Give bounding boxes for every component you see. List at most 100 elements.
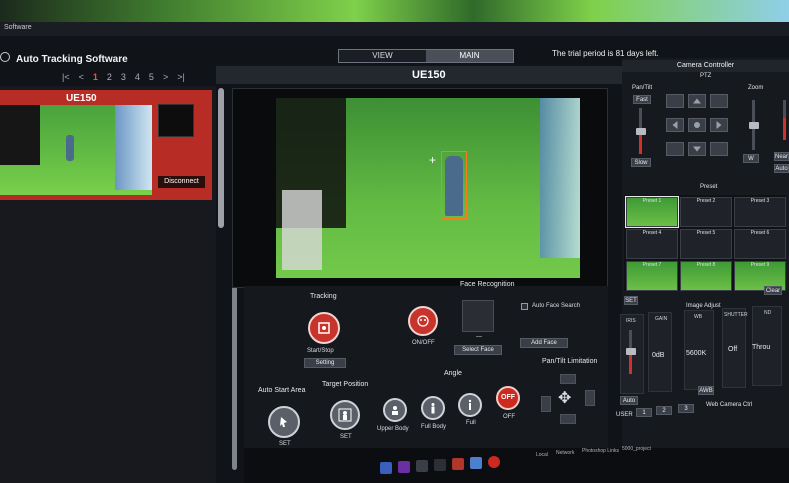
taskbar-label-photoshop[interactable]: Photoshop Links [582, 448, 619, 454]
pager-prev[interactable]: < [79, 72, 84, 82]
person-target-icon [338, 408, 352, 422]
auto-face-search-checkbox[interactable] [521, 303, 528, 310]
angle-upper-body-button[interactable] [383, 398, 407, 422]
taskbar-label-network[interactable]: Network [556, 450, 574, 456]
iris-auto-button[interactable]: Auto [620, 396, 638, 405]
awb-button[interactable]: AWB [698, 386, 714, 395]
ptz-up-button[interactable] [688, 94, 706, 108]
ptz-left-button[interactable] [666, 118, 684, 132]
face-onoff-label: ON/OFF [412, 340, 435, 346]
taskbar-label-project[interactable]: 5000_project [622, 446, 651, 452]
ptz-home-button[interactable] [688, 118, 706, 132]
focus-auto-button[interactable]: Auto [774, 164, 789, 173]
pager-page-4[interactable]: 4 [135, 72, 140, 82]
angle-upper-body-label: Upper Body [377, 426, 409, 432]
taskbar-label-local[interactable]: Local [536, 452, 548, 458]
iris-slider-fill [629, 352, 632, 374]
ptz-right-button[interactable] [710, 118, 728, 132]
center-camera-title: UE150 [412, 69, 446, 81]
pager-page-2[interactable]: 2 [107, 72, 112, 82]
disconnect-button[interactable]: Disconnect [158, 176, 205, 188]
ptz-down-button[interactable] [688, 142, 706, 156]
ptz-down-right-button[interactable] [710, 142, 728, 156]
preset-4-label: Preset 4 [642, 230, 662, 236]
app-icon-taskbar-6[interactable] [470, 457, 482, 469]
tab-main[interactable]: MAIN [426, 50, 513, 62]
trial-notice: The trial period is 81 days left. [552, 49, 659, 58]
pager-next[interactable]: > [163, 72, 168, 82]
select-face-button[interactable]: Select Face [454, 345, 502, 355]
app-icon-taskbar-1[interactable] [380, 462, 392, 474]
face-recognition-toggle[interactable] [408, 306, 438, 336]
angle-off-label: OFF [503, 414, 515, 420]
zoom-wide-button[interactable]: W [743, 154, 759, 163]
pager-page-3[interactable]: 3 [121, 72, 126, 82]
limit-down-button[interactable] [560, 414, 576, 424]
preset-5[interactable]: Preset 5 [680, 229, 732, 259]
preset-2[interactable]: Preset 2 [680, 197, 732, 227]
user-3-button[interactable]: 3 [678, 404, 694, 413]
tracking-app-taskbar-icon[interactable] [488, 456, 500, 468]
tracking-setting-button[interactable]: Setting [304, 358, 346, 368]
app-icon-taskbar-2[interactable] [398, 461, 410, 473]
registered-face-slot[interactable] [462, 300, 494, 332]
fast-button[interactable]: Fast [633, 95, 651, 104]
iris-slider-knob[interactable] [626, 348, 636, 355]
app-icon-taskbar-3[interactable] [416, 460, 428, 472]
pan-tilt-speed-knob[interactable] [636, 128, 646, 135]
preset-6-label: Preset 6 [750, 230, 770, 236]
app-icon-taskbar-5[interactable] [452, 458, 464, 470]
limit-up-button[interactable] [560, 374, 576, 384]
auto-start-area-set-button[interactable] [268, 406, 300, 438]
tracking-start-stop-button[interactable] [308, 312, 340, 344]
angle-full-body-label: Full Body [421, 424, 447, 430]
camera-card-name: UE150 [66, 93, 97, 104]
area-icon [280, 417, 287, 427]
web-camera-ctrl-link[interactable]: Web Camera Ctrl [706, 402, 752, 408]
ptz-up-right-button[interactable] [710, 94, 728, 108]
preset-4[interactable]: Preset 4 [626, 229, 678, 259]
limit-right-button[interactable] [585, 390, 595, 406]
pager-page-1[interactable]: 1 [93, 72, 98, 82]
zoom-slider-knob[interactable] [749, 122, 759, 129]
preset-3[interactable]: Preset 3 [734, 197, 786, 227]
angle-section-label: Angle [444, 370, 462, 377]
face-placeholder: — [476, 334, 482, 340]
add-face-button[interactable]: Add Face [520, 338, 568, 348]
pager-first[interactable]: |< [62, 72, 70, 82]
angle-off-button[interactable]: OFF [496, 386, 520, 410]
camera-card-thumbnail[interactable] [0, 105, 152, 195]
angle-full-button[interactable] [458, 393, 482, 417]
shutter-label: SHUTTER [724, 312, 748, 318]
wb-value: 5600K [686, 350, 707, 357]
tab-view[interactable]: VIEW [339, 50, 426, 62]
focus-near-button[interactable]: Near [774, 152, 789, 161]
preset-7[interactable]: Preset 7 [626, 261, 678, 291]
os-taskbar [244, 448, 789, 483]
preset-6[interactable]: Preset 6 [734, 229, 786, 259]
camera-list-scrollbar[interactable] [218, 88, 224, 228]
ptz-up-left-button[interactable] [666, 94, 684, 108]
tracking-box [441, 151, 467, 219]
preset-1-label: Preset 1 [642, 198, 662, 204]
preset-set-button[interactable]: SET [624, 296, 638, 305]
target-position-set-button[interactable] [330, 400, 360, 430]
pager-last[interactable]: >| [177, 72, 185, 82]
auto-start-area-section-label: Auto Start Area [258, 387, 306, 394]
preset-8[interactable]: Preset 8 [680, 261, 732, 291]
preset-clear-button[interactable]: Clear [764, 286, 782, 295]
shutter-value: Off [728, 346, 738, 353]
pager-page-5[interactable]: 5 [149, 72, 154, 82]
ptz-down-left-button[interactable] [666, 142, 684, 156]
app-icon-taskbar-4[interactable] [434, 459, 446, 471]
limit-left-button[interactable] [541, 396, 551, 412]
preset-1[interactable]: Preset 1 [625, 196, 679, 228]
upper-body-icon [392, 406, 398, 415]
preset-8-label: Preset 8 [696, 262, 716, 268]
angle-full-body-button[interactable] [421, 396, 445, 420]
user-1-button[interactable]: 1 [636, 408, 652, 417]
user-2-button[interactable]: 2 [656, 406, 672, 415]
tracking-section-label: Tracking [310, 293, 337, 300]
slow-button[interactable]: Slow [631, 158, 651, 167]
preset-2-label: Preset 2 [696, 198, 716, 204]
